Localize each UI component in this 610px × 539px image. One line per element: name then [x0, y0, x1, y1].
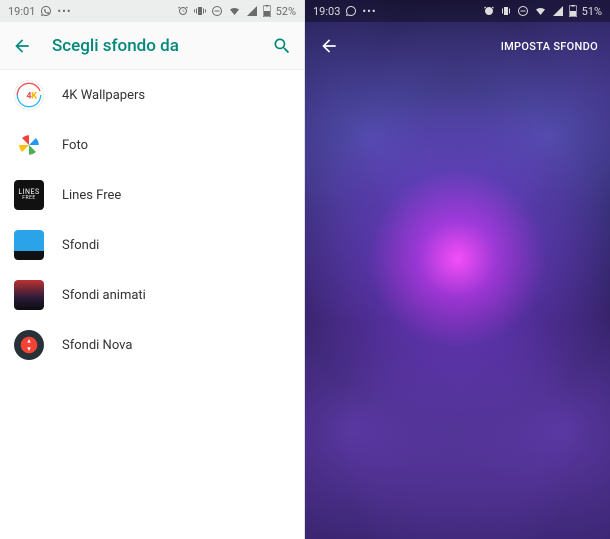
set-wallpaper-button[interactable]: IMPOSTA SFONDO — [501, 40, 598, 53]
source-4k-wallpapers[interactable]: 4K 4K Wallpapers — [0, 70, 304, 120]
app-icon-wallpapers — [14, 230, 44, 260]
list-item-label: Sfondi — [62, 238, 99, 253]
vibrate-icon — [194, 5, 206, 17]
list-item-label: 4K Wallpapers — [62, 88, 145, 103]
wifi-icon — [534, 5, 547, 17]
wallpaper-preview-image[interactable] — [305, 0, 610, 539]
more-icon: ••• — [57, 5, 71, 18]
battery-icon — [569, 5, 577, 17]
source-foto[interactable]: Foto — [0, 120, 304, 170]
alarm-icon — [177, 5, 189, 17]
dnd-icon — [517, 5, 529, 17]
status-time: 19:01 — [8, 5, 35, 18]
battery-icon — [263, 5, 271, 17]
app-icon-4k: 4K — [14, 80, 44, 110]
search-button[interactable] — [270, 34, 294, 58]
back-button[interactable] — [10, 34, 34, 58]
app-icon-live-wallpapers — [14, 280, 44, 310]
whatsapp-icon — [345, 5, 357, 17]
more-icon: ••• — [362, 5, 376, 18]
battery-text: 52% — [276, 5, 296, 18]
list-item-label: Sfondi animati — [62, 288, 146, 303]
page-title: Scegli sfondo da — [52, 36, 270, 56]
list-item-label: Sfondi Nova — [62, 338, 132, 353]
alarm-icon — [483, 5, 495, 17]
wifi-icon — [228, 5, 241, 17]
status-bar: 19:03 ••• 51% — [305, 0, 610, 22]
app-icon-photos — [14, 130, 44, 160]
screen-wallpaper-picker: 19:01 ••• 52% Scegli sfondo da — [0, 0, 305, 539]
svg-text:K: K — [31, 91, 37, 101]
whatsapp-icon — [40, 5, 52, 17]
screen-wallpaper-preview: 19:03 ••• 51% — [305, 0, 610, 539]
list-item-label: Foto — [62, 138, 88, 153]
signal-icon — [246, 5, 258, 17]
vibrate-icon — [500, 5, 512, 17]
wallpaper-source-list: 4K 4K Wallpapers Foto LINESFREE Lines Fr… — [0, 70, 304, 370]
app-icon-lines: LINESFREE — [14, 180, 44, 210]
app-icon-nova — [14, 330, 44, 360]
back-button[interactable] — [317, 34, 341, 58]
battery-text: 51% — [582, 5, 602, 18]
signal-icon — [552, 5, 564, 17]
dnd-icon — [211, 5, 223, 17]
source-sfondi-nova[interactable]: Sfondi Nova — [0, 320, 304, 370]
source-sfondi-animati[interactable]: Sfondi animati — [0, 270, 304, 320]
list-item-label: Lines Free — [62, 188, 121, 203]
source-lines-free[interactable]: LINESFREE Lines Free — [0, 170, 304, 220]
source-sfondi[interactable]: Sfondi — [0, 220, 304, 270]
app-bar: Scegli sfondo da — [0, 22, 304, 70]
status-bar: 19:01 ••• 52% — [0, 0, 304, 22]
status-time: 19:03 — [313, 5, 340, 18]
